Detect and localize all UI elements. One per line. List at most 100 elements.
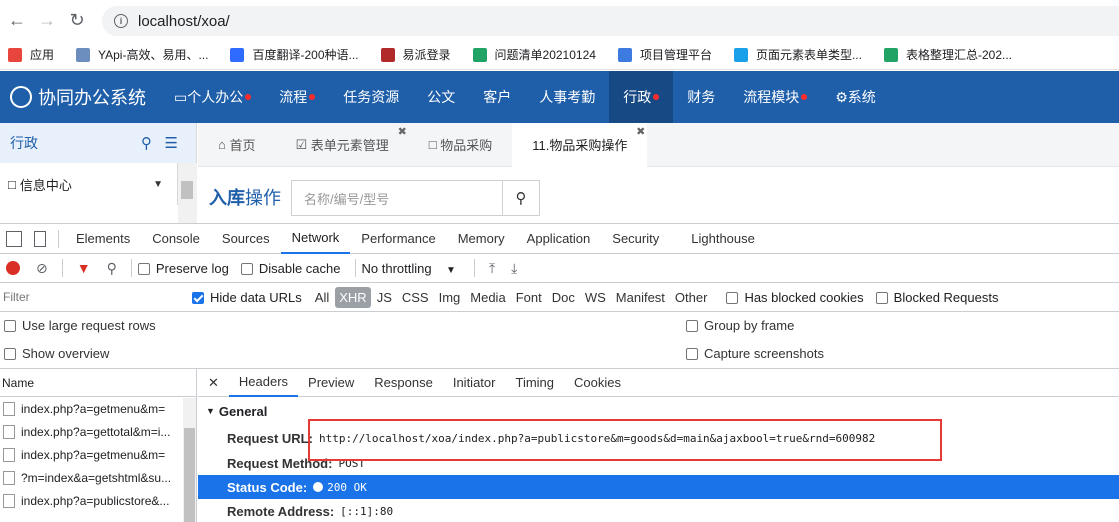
request-row[interactable]: index.php?a=getmenu&m=	[0, 443, 196, 466]
filter-type-button[interactable]: Manifest	[612, 290, 669, 305]
search-icon[interactable]: ⚲	[141, 135, 152, 152]
request-list-scrollbar[interactable]	[183, 398, 196, 522]
menu-item[interactable]: ⚙ 系统	[821, 71, 890, 123]
menu-item[interactable]: 流程	[265, 71, 329, 123]
menu-item[interactable]: ▭ 个人办公	[160, 71, 265, 123]
devtools-tab[interactable]: Network	[280, 224, 351, 254]
menu-icon[interactable]: ☰	[165, 135, 178, 152]
menu-item[interactable]: 人事考勤	[525, 71, 609, 123]
upload-icon[interactable]: ⤒	[489, 260, 495, 277]
app-brand[interactable]: 协同办公系统	[0, 84, 160, 110]
devtools-tab[interactable]: Elements	[65, 224, 141, 254]
detail-tab[interactable]: Cookies	[564, 369, 631, 397]
filter-type-button[interactable]: JS	[373, 290, 396, 305]
bookmark-favicon-icon	[8, 47, 22, 62]
request-row[interactable]: index.php?a=gettotal&m=i...	[0, 420, 196, 443]
filter-type-button[interactable]: Media	[466, 290, 509, 305]
devtools-tab[interactable]: Console	[141, 224, 211, 254]
inspect-icon[interactable]	[6, 230, 22, 247]
filter-input[interactable]: Filter	[0, 290, 180, 304]
filter-type-button[interactable]: XHR	[335, 286, 371, 308]
devtools-tab[interactable]: Lighthouse	[680, 224, 766, 254]
detail-tab[interactable]: Preview	[298, 369, 364, 397]
blocked-requests-checkbox[interactable]: Blocked Requests	[875, 290, 998, 305]
bookmark-item[interactable]: 应用	[8, 46, 54, 63]
tab-purchase-operation[interactable]: 11.物品采购操作 ✖	[512, 122, 648, 167]
caret-down-icon: ▼	[446, 264, 456, 276]
sidebar-scrollbar[interactable]	[178, 163, 197, 223]
download-icon[interactable]: ⤓	[511, 260, 517, 277]
filter-type-button[interactable]: Doc	[548, 290, 579, 305]
filter-icon[interactable]: ▼	[77, 260, 91, 276]
devtools-tab[interactable]: Application	[516, 224, 602, 254]
request-name: ?m=index&a=getshtml&su...	[21, 470, 172, 485]
has-blocked-cookies-checkbox[interactable]: Has blocked cookies	[726, 290, 864, 305]
record-icon[interactable]	[6, 261, 20, 275]
address-bar[interactable]: i localhost/xoa/	[102, 6, 1119, 36]
status-dot-icon	[313, 482, 324, 492]
bookmark-item[interactable]: 表格整理汇总-202...	[883, 46, 1012, 63]
filter-type-button[interactable]: CSS	[398, 290, 433, 305]
request-row[interactable]: index.php?a=getmenu&m=	[0, 397, 196, 420]
bookmark-item[interactable]: 项目管理平台	[617, 46, 712, 63]
forward-icon[interactable]: →	[34, 7, 60, 33]
bookmark-item[interactable]: YApi-高效、易用、...	[76, 46, 208, 63]
filter-type-button[interactable]: Font	[512, 290, 546, 305]
devtools-tab[interactable]: Memory	[447, 224, 516, 254]
bookmark-item[interactable]: 问题清单20210124	[472, 46, 596, 63]
search-input[interactable]: 名称/编号/型号	[291, 180, 503, 216]
detail-tab[interactable]: Initiator	[443, 369, 506, 397]
detail-tab[interactable]: Headers	[228, 369, 299, 397]
filter-type-button[interactable]: WS	[581, 290, 610, 305]
menu-item-label: 系统	[847, 89, 876, 105]
close-icon[interactable]: ✖	[398, 125, 407, 138]
capture-screenshots-checkbox[interactable]: Capture screenshots	[686, 346, 824, 361]
request-list-header[interactable]: Name	[0, 369, 196, 397]
back-icon[interactable]: ←	[4, 7, 30, 33]
request-row[interactable]: ?m=index&a=getshtml&su...	[0, 466, 196, 489]
devtools-tab[interactable]: Performance	[350, 224, 446, 254]
search-icon[interactable]: ⚲	[107, 260, 117, 277]
reload-icon[interactable]: ↻	[64, 7, 90, 33]
throttling-select[interactable]: No throttling ▼	[362, 261, 456, 276]
devtools-tab[interactable]: Security	[601, 224, 670, 254]
devtools-tab[interactable]: Sources	[211, 224, 281, 254]
bookmarks-bar: 应用 YApi-高效、易用、... 百度翻译-200种语... 易派登录 问题清单202…	[0, 40, 1119, 70]
menu-item[interactable]: 公文	[413, 71, 469, 123]
bookmark-item[interactable]: 易派登录	[380, 46, 451, 63]
close-icon[interactable]: ✖	[636, 125, 645, 138]
detail-tab[interactable]: Timing	[505, 369, 564, 397]
app-logo-icon	[10, 86, 32, 108]
large-rows-checkbox[interactable]: Use large request rows	[4, 318, 156, 333]
filter-type-button[interactable]: All	[311, 290, 333, 305]
detail-tab[interactable]: Response	[364, 369, 443, 397]
search-button[interactable]: ⚲	[502, 180, 540, 216]
filter-type-button[interactable]: Other	[671, 290, 712, 305]
menu-item[interactable]: 财务	[673, 71, 729, 123]
request-row[interactable]: index.php?a=publicstore&...	[0, 489, 196, 512]
tab-form-elements[interactable]: ☑ 表单元素管理 ✖	[275, 123, 408, 167]
close-icon[interactable]: ✕	[198, 375, 229, 391]
group-by-frame-checkbox[interactable]: Group by frame	[686, 318, 794, 333]
home-icon: ⌂	[218, 137, 230, 152]
menu-item[interactable]: 行政	[609, 71, 674, 123]
bookmark-item[interactable]: 页面元素表单类型...	[733, 46, 862, 63]
app-brand-name: 协同办公系统	[38, 88, 146, 108]
tab-purchasing[interactable]: □ 物品采购	[409, 123, 512, 167]
show-overview-checkbox[interactable]: Show overview	[4, 346, 109, 361]
sidebar-item-info-center[interactable]: □ 信息中心 ▼	[0, 163, 178, 205]
info-icon[interactable]: i	[114, 14, 128, 28]
preserve-log-checkbox[interactable]: Preserve log	[137, 261, 229, 276]
bookmark-item[interactable]: 百度翻译-200种语...	[230, 46, 359, 63]
request-name: index.php?a=gettotal&m=i...	[21, 424, 171, 439]
filter-type-button[interactable]: Img	[435, 290, 465, 305]
check-square-icon: ☑	[295, 136, 311, 152]
menu-item[interactable]: 任务资源	[329, 71, 413, 123]
menu-item[interactable]: 流程模块	[729, 71, 821, 123]
tab-home[interactable]: ⌂ 首页	[198, 123, 275, 167]
clear-icon[interactable]: ⊘	[36, 260, 48, 277]
disable-cache-checkbox[interactable]: Disable cache	[240, 261, 341, 276]
menu-item[interactable]: 客户	[469, 71, 525, 123]
device-toggle-icon[interactable]	[34, 230, 46, 247]
hide-data-urls-checkbox[interactable]: Hide data URLs	[192, 290, 302, 305]
